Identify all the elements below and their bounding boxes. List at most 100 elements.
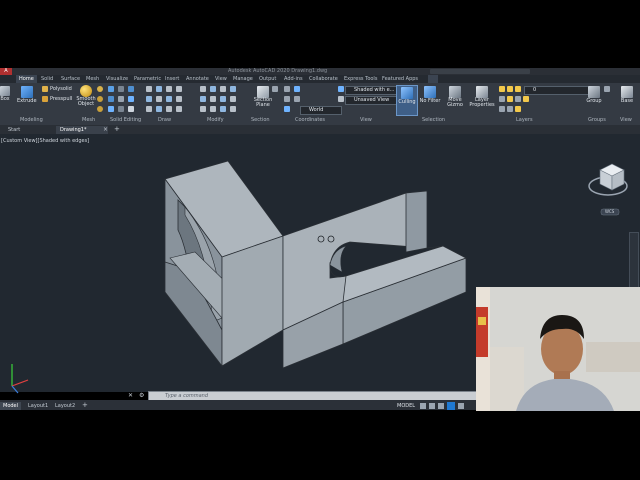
polysolid-button[interactable]: Polysolid [50, 86, 72, 92]
layer-tool-icon[interactable] [523, 96, 529, 102]
mesh-tool-icon[interactable] [97, 86, 103, 92]
group-tool-icon[interactable] [604, 86, 610, 92]
intersect-icon[interactable] [108, 106, 114, 112]
polar-icon[interactable] [447, 402, 455, 410]
stretch-icon[interactable] [220, 96, 226, 102]
named-view-dropdown[interactable]: Unsaved View [345, 96, 403, 105]
tab-mesh[interactable]: Mesh [86, 75, 99, 83]
wrench-icon[interactable]: ⚙ [139, 392, 144, 399]
ortho-icon[interactable] [438, 403, 444, 409]
panel-draw[interactable]: Draw [158, 117, 171, 123]
layer-dropdown[interactable]: 0 [524, 86, 590, 95]
copy-icon[interactable] [230, 86, 236, 92]
tab-home[interactable]: Home [16, 75, 37, 83]
tab-visualize[interactable]: Visualize [106, 75, 128, 83]
section-plane-button[interactable]: Section Plane [252, 86, 274, 108]
layer-tool-icon[interactable] [515, 106, 521, 112]
layer-tool-icon[interactable] [499, 106, 505, 112]
box-button[interactable]: Box [0, 86, 10, 102]
layer-tool-icon[interactable] [499, 96, 505, 102]
ucs-icon[interactable] [294, 86, 300, 92]
edit-icon[interactable] [128, 86, 134, 92]
tab-featured-apps[interactable]: Featured Apps [382, 75, 418, 83]
group-button[interactable]: Group [584, 86, 604, 104]
edit-icon[interactable] [118, 96, 124, 102]
layer-tool-icon[interactable] [507, 96, 513, 102]
sun-icon[interactable] [507, 86, 513, 92]
tab-add-ins[interactable]: Add-ins [284, 75, 303, 83]
tab-overflow-icon[interactable] [428, 75, 438, 83]
panel-layers[interactable]: Layers [516, 117, 533, 123]
scale-icon[interactable] [230, 96, 236, 102]
draw-tool-icon[interactable] [166, 106, 172, 112]
tab-express-tools[interactable]: Express Tools [344, 75, 377, 83]
ellipse-icon[interactable] [166, 96, 172, 102]
layer-properties-button[interactable]: Layer Properties [469, 86, 495, 108]
base-button[interactable]: Base [617, 86, 637, 104]
ucs-icon[interactable] [284, 86, 290, 92]
edit-icon[interactable] [118, 106, 124, 112]
ucs-icon[interactable] [284, 106, 290, 112]
search-box[interactable] [430, 69, 530, 74]
trim-icon[interactable] [220, 86, 226, 92]
lightbulb-icon[interactable] [499, 86, 505, 92]
subtract-icon[interactable] [108, 96, 114, 102]
culling-button[interactable]: Culling [396, 85, 418, 116]
array-icon[interactable] [200, 106, 206, 112]
grid-icon[interactable] [420, 403, 426, 409]
tab-drawing1[interactable]: Drawing1* [56, 126, 108, 134]
tab-annotate[interactable]: Annotate [186, 75, 209, 83]
spline-icon[interactable] [156, 96, 162, 102]
circle-icon[interactable] [166, 86, 172, 92]
union-icon[interactable] [108, 86, 114, 92]
viewport-controls-label[interactable]: [Custom View][Shaded with edges] [1, 138, 89, 144]
arc-icon[interactable] [176, 86, 182, 92]
visual-style-dropdown[interactable]: Shaded with e... [345, 86, 403, 95]
tab-layout2[interactable]: Layout2 [52, 402, 78, 410]
move-icon[interactable] [200, 86, 206, 92]
panel-section[interactable]: Section [251, 117, 270, 123]
panel-solid-editing[interactable]: Solid Editing [110, 117, 141, 123]
panel-selection[interactable]: Selection [422, 117, 445, 123]
rectangle-icon[interactable] [146, 96, 152, 102]
layer-tool-icon[interactable] [507, 106, 513, 112]
line-icon[interactable] [146, 86, 152, 92]
close-icon[interactable]: × [103, 126, 108, 133]
tab-surface[interactable]: Surface [61, 75, 80, 83]
tab-layout1[interactable]: Layout1 [25, 402, 51, 410]
tab-insert[interactable]: Insert [165, 75, 179, 83]
command-input[interactable]: Type a command [165, 392, 208, 400]
layer-tool-icon[interactable] [515, 96, 521, 102]
panel-groups[interactable]: Groups [588, 117, 606, 123]
modify-tool-icon[interactable] [230, 106, 236, 112]
tab-collaborate[interactable]: Collaborate [309, 75, 338, 83]
edit-icon[interactable] [118, 86, 124, 92]
tab-parametric[interactable]: Parametric [134, 75, 161, 83]
hatch-icon[interactable] [176, 96, 182, 102]
panel-coordinates[interactable]: Coordinates [295, 117, 325, 123]
tab-solid[interactable]: Solid [41, 75, 53, 83]
wcs-label[interactable]: WCS [605, 209, 614, 214]
draw-tool-icon[interactable] [176, 106, 182, 112]
navigation-bar[interactable] [629, 232, 639, 290]
tab-output[interactable]: Output [259, 75, 276, 83]
extrude-button[interactable]: Extrude [17, 86, 37, 104]
ucs-icon[interactable] [294, 96, 300, 102]
model-space-button[interactable]: MODEL [397, 403, 415, 409]
app-logo[interactable]: A [0, 68, 12, 75]
tab-view[interactable]: View [215, 75, 227, 83]
smooth-object-button[interactable]: Smooth Object [76, 85, 96, 107]
panel-modify[interactable]: Modify [207, 117, 224, 123]
edit-icon[interactable] [128, 96, 134, 102]
mesh-tool-icon[interactable] [97, 96, 103, 102]
close-command-icon[interactable]: ✕ [128, 392, 133, 399]
tab-start[interactable]: Start [4, 126, 24, 134]
panel-view-right[interactable]: View [620, 117, 632, 123]
3d-model[interactable] [160, 158, 470, 370]
panel-view[interactable]: View [360, 117, 372, 123]
add-layout-icon[interactable]: + [82, 401, 88, 409]
ucs-dropdown[interactable]: World [300, 106, 342, 115]
modify-tool-icon[interactable] [220, 106, 226, 112]
edit-icon[interactable] [128, 106, 134, 112]
no-filter-button[interactable]: No Filter [418, 86, 442, 104]
